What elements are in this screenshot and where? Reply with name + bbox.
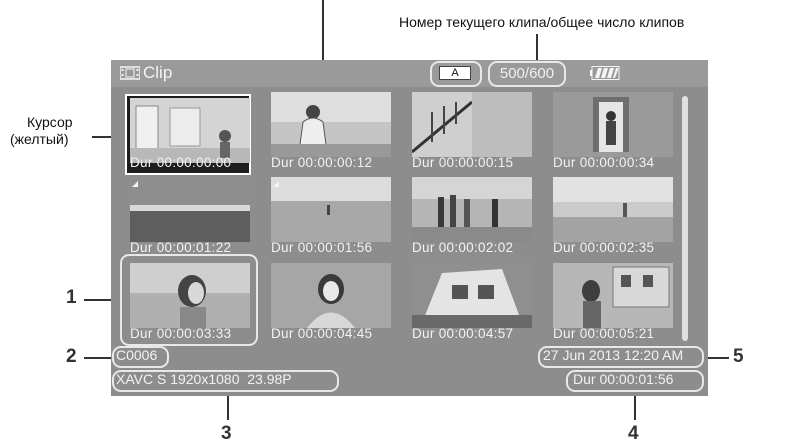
- recording-date: 27 Jun 2013 12:20 AM: [543, 347, 684, 363]
- clip-duration: Dur 00:00:05:21: [553, 326, 655, 341]
- selected-clip-duration: Dur 00:00:01:56: [573, 371, 674, 387]
- count-leader-vertical: [536, 34, 538, 62]
- recording-format: XAVC S 1920x1080 23.98P: [116, 371, 292, 387]
- clip-thumbnail[interactable]: [130, 177, 250, 242]
- clip-duration: Dur 00:00:01:22: [130, 240, 232, 255]
- clip-thumbnail[interactable]: [412, 92, 532, 157]
- clip-name: C0006: [116, 347, 158, 363]
- battery-icon: [590, 66, 620, 80]
- clip-duration: Dur 00:00:04:57: [412, 326, 514, 341]
- callout-2: 2: [66, 346, 77, 367]
- clip-duration: Dur 00:00:02:02: [412, 240, 514, 255]
- clip-thumbnail[interactable]: [553, 263, 673, 328]
- header-callout-label: Номер текущего клипа/общее число клипов: [399, 14, 685, 30]
- cursor-callout-label-line1: Курсор: [27, 114, 73, 130]
- callout-5: 5: [733, 346, 744, 367]
- clip-duration: Dur 00:00:00:00: [130, 155, 232, 170]
- clip-count: 500/600: [488, 61, 566, 87]
- clip-thumbnail[interactable]: [412, 177, 532, 242]
- clip-duration: Dur 00:00:01:56: [271, 240, 373, 255]
- callout-4: 4: [628, 423, 639, 444]
- media-slot: A: [439, 66, 471, 80]
- clip-duration: Dur 00:00:00:12: [271, 155, 373, 170]
- clip-thumbnail[interactable]: [130, 98, 250, 163]
- clip-thumbnail[interactable]: [130, 263, 250, 328]
- clip-duration: Dur 00:00:02:35: [553, 240, 655, 255]
- clip-thumbnail[interactable]: [553, 177, 673, 242]
- callout-2-line: [84, 357, 113, 359]
- title-bar: Clip A 500/600: [111, 60, 708, 87]
- clip-duration: Dur 00:00:03:33: [130, 326, 232, 341]
- media-leader-vertical: [322, 0, 324, 66]
- clip-thumbnail[interactable]: [271, 177, 391, 242]
- clip-screen: Clip A 500/600 Dur 00:00:00:00 Dur 00:00…: [111, 60, 708, 396]
- callout-3-line: [227, 394, 229, 420]
- cursor-callout-label-line2: (желтый): [10, 131, 69, 147]
- film-icon: [120, 66, 140, 80]
- callout-4-line: [634, 394, 636, 420]
- clip-duration: Dur 00:00:00:34: [553, 155, 655, 170]
- clip-thumbnail[interactable]: [412, 263, 532, 328]
- screen-title: Clip: [143, 63, 173, 82]
- callout-3: 3: [221, 423, 232, 444]
- clip-thumbnail[interactable]: [553, 92, 673, 157]
- clip-thumbnail[interactable]: [271, 92, 391, 157]
- clip-duration: Dur 00:00:04:45: [271, 326, 373, 341]
- clip-duration: Dur 00:00:00:15: [412, 155, 514, 170]
- media-slot-label: A: [451, 67, 459, 79]
- media-indicator: A: [430, 61, 482, 87]
- scrollbar[interactable]: [682, 96, 688, 341]
- callout-1: 1: [66, 287, 77, 308]
- clip-thumbnail[interactable]: [271, 263, 391, 328]
